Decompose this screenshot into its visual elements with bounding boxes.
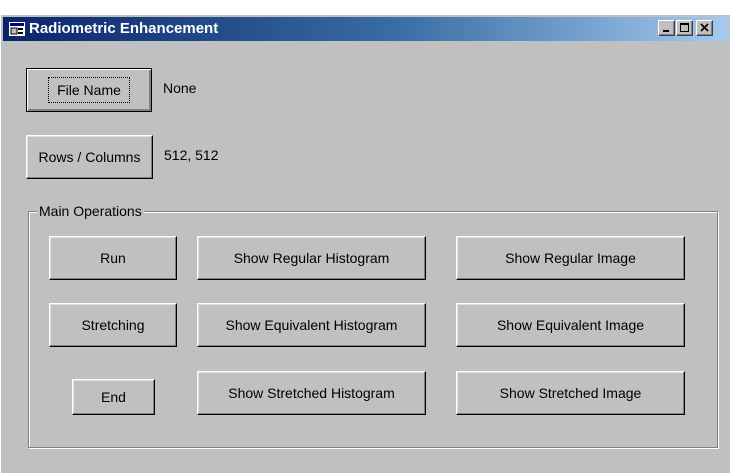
main-operations-legend: Main Operations — [37, 203, 144, 219]
end-button[interactable]: End — [72, 379, 155, 415]
show-equivalent-image-label: Show Equivalent Image — [496, 317, 645, 333]
minimize-button[interactable] — [658, 20, 675, 36]
show-stretched-histogram-button[interactable]: Show Stretched Histogram — [197, 371, 426, 415]
show-regular-histogram-button[interactable]: Show Regular Histogram — [197, 236, 426, 280]
run-button-label: Run — [100, 250, 126, 266]
app-window: Radiometric Enhancement File Name None R… — [0, 14, 730, 473]
show-stretched-histogram-label: Show Stretched Histogram — [228, 385, 395, 401]
stretching-button[interactable]: Stretching — [49, 303, 177, 347]
app-icon[interactable] — [9, 22, 25, 36]
minimize-icon — [659, 23, 674, 33]
show-stretched-image-button[interactable]: Show Stretched Image — [456, 371, 685, 415]
maximize-icon — [677, 23, 692, 33]
rows-columns-button-label: Rows / Columns — [38, 149, 141, 165]
stretching-button-label: Stretching — [81, 317, 145, 333]
show-equivalent-image-button[interactable]: Show Equivalent Image — [456, 303, 685, 347]
file-name-value: None — [163, 80, 197, 96]
rows-columns-value: 512, 512 — [164, 147, 219, 163]
show-equivalent-histogram-button[interactable]: Show Equivalent Histogram — [197, 303, 426, 347]
end-button-label: End — [101, 389, 126, 405]
close-icon — [697, 23, 712, 33]
run-button[interactable]: Run — [49, 236, 177, 280]
close-button[interactable] — [696, 20, 713, 36]
window-title: Radiometric Enhancement — [29, 20, 219, 37]
show-regular-image-label: Show Regular Image — [505, 250, 636, 266]
title-bar[interactable]: Radiometric Enhancement — [3, 17, 729, 41]
show-stretched-image-label: Show Stretched Image — [499, 385, 642, 401]
show-regular-histogram-label: Show Regular Histogram — [233, 250, 390, 266]
show-regular-image-button[interactable]: Show Regular Image — [456, 236, 685, 280]
file-name-button-label: File Name — [48, 77, 130, 103]
rows-columns-button[interactable]: Rows / Columns — [26, 135, 153, 179]
file-name-button[interactable]: File Name — [26, 68, 152, 112]
maximize-button[interactable] — [676, 20, 693, 36]
show-equivalent-histogram-label: Show Equivalent Histogram — [225, 317, 398, 333]
